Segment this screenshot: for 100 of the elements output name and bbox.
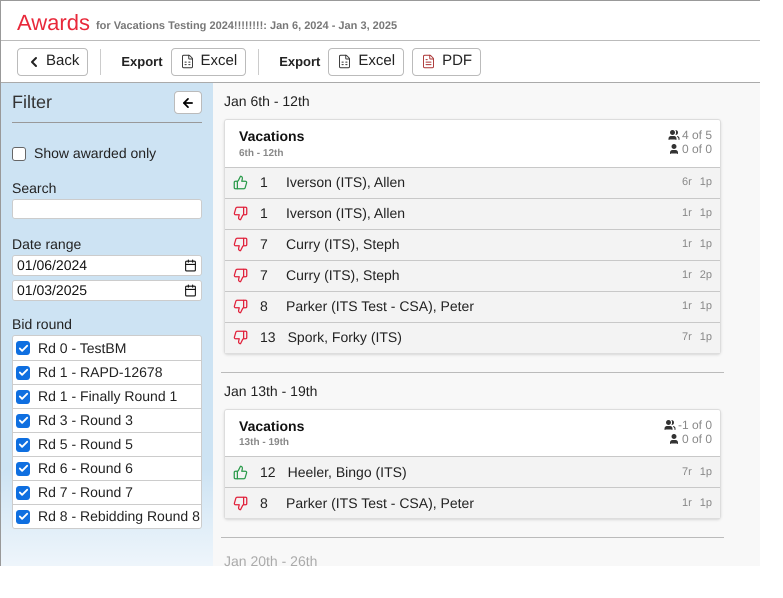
award-row[interactable]: 1 Iverson (ITS), Allen 6r 1p: [225, 166, 720, 198]
award-row[interactable]: 1 Iverson (ITS), Allen 1r 1p: [225, 198, 720, 228]
seniority-number: 13: [260, 328, 276, 347]
award-row[interactable]: 8 Parker (ITS Test - CSA), Peter 1r 1p: [225, 290, 720, 322]
priority-count: 1p: [700, 206, 712, 222]
checkbox[interactable]: [16, 366, 30, 380]
priority-count: 1p: [700, 175, 712, 190]
person-icon: [668, 143, 680, 155]
priority-count: 2p: [700, 268, 712, 284]
date-field[interactable]: 01/06/2024: [12, 255, 202, 276]
collapse-button[interactable]: [174, 91, 202, 114]
seniority-number: 8: [260, 494, 269, 512]
checkbox[interactable]: [16, 510, 30, 524]
arrow-left-icon: [181, 96, 195, 110]
award-row[interactable]: 7 Curry (ITS), Steph 1r 2p: [225, 260, 720, 290]
field-label: Search: [12, 179, 58, 198]
export-label: Export: [121, 52, 163, 71]
page-title: Awards: [17, 12, 90, 34]
round-count: 1r: [682, 237, 692, 252]
seniority-number: 7: [260, 266, 269, 285]
group-count: -1 of 0: [678, 418, 712, 432]
priority-count: 1p: [700, 496, 712, 511]
back-button[interactable]: Back: [17, 48, 88, 76]
bid-round-label: Rd 1 - Finally Round 1: [38, 387, 178, 406]
checkbox[interactable]: [16, 462, 30, 476]
seniority-number: 8: [260, 297, 269, 316]
round-count: 1r: [682, 268, 692, 284]
document-icon: [180, 54, 195, 69]
group-icon: [664, 418, 676, 430]
bid-round-label: Rd 5 - Round 5: [38, 435, 133, 454]
checkbox[interactable]: [16, 390, 30, 404]
excel-button[interactable]: Excel: [328, 48, 404, 76]
week-heading: Jan 13th - 19th: [224, 382, 318, 400]
bid-round-label: Rd 7 - Round 7: [38, 483, 133, 502]
priority-count: 1p: [700, 330, 712, 346]
person-icon: [668, 432, 680, 444]
week-heading: Jan 6th - 12th: [224, 92, 311, 111]
employee-name: Curry (ITS), Steph: [286, 266, 400, 285]
seniority-number: 12: [260, 462, 276, 482]
card-dates: 6th - 12th: [239, 146, 284, 160]
round-count: 1r: [682, 496, 692, 511]
employee-name: Curry (ITS), Steph: [286, 235, 400, 254]
priority-count: 1p: [700, 299, 712, 314]
checkbox-label: Show awarded only: [34, 144, 156, 163]
employee-name: Iverson (ITS), Allen: [286, 173, 406, 192]
group-icon: [668, 129, 680, 141]
export-label: Export: [279, 52, 320, 71]
round-count: 7r: [682, 464, 692, 480]
field-label: Date range: [12, 235, 82, 254]
bid-round-label: Rd 1 - RAPD-12678: [38, 363, 163, 382]
document-icon: [337, 54, 352, 69]
pdf-button[interactable]: PDF: [412, 48, 482, 76]
thumbs-down-icon: [233, 268, 248, 283]
excel-button[interactable]: Excel: [170, 48, 246, 76]
checkbox[interactable]: [16, 438, 30, 452]
card-title: Vacations: [239, 418, 304, 435]
employee-name: Heeler, Bingo (ITS): [288, 462, 407, 482]
person-count: 0 of 0: [682, 142, 712, 156]
award-row[interactable]: 13 Spork, Forky (ITS) 7r 1p: [225, 322, 720, 352]
bid-round-label: Rd 8 - Rebidding Round 8: [38, 507, 200, 526]
field-label: Bid round: [12, 315, 73, 334]
employee-name: Parker (ITS Test - CSA), Peter: [286, 297, 474, 316]
award-row[interactable]: 7 Curry (ITS), Steph 1r 1p: [225, 228, 720, 260]
person-count: 0 of 0: [682, 432, 712, 446]
calendar-icon: [184, 259, 197, 272]
award-row[interactable]: 12 Heeler, Bingo (ITS) 7r 1p: [225, 456, 720, 487]
thumbs-down-icon: [233, 299, 248, 314]
round-count: 1r: [682, 206, 692, 222]
award-row[interactable]: 8 Parker (ITS Test - CSA), Peter 1r 1p: [225, 487, 720, 518]
checkbox[interactable]: [16, 414, 30, 428]
group-count: 4 of 5: [682, 128, 712, 142]
card-dates: 13th - 19th: [239, 436, 290, 450]
thumbs-down-icon: [233, 237, 248, 252]
bid-round-label: Rd 3 - Round 3: [38, 411, 133, 430]
week-heading: Jan 20th - 26th: [224, 552, 318, 571]
thumbs-down-icon: [233, 330, 248, 345]
card-title: Vacations: [239, 128, 304, 146]
priority-count: 1p: [700, 464, 712, 480]
round-count: 6r: [682, 175, 692, 190]
search-field[interactable]: [12, 199, 202, 219]
seniority-number: 7: [260, 235, 269, 254]
bid-round-label: Rd 0 - TestBM: [38, 338, 126, 358]
thumbs-down-icon: [233, 206, 248, 221]
calendar-icon: [184, 284, 197, 297]
date-field[interactable]: 01/03/2025: [12, 280, 202, 301]
bid-round-label: Rd 6 - Round 6: [38, 459, 133, 478]
round-count: 1r: [682, 299, 692, 314]
page-subtitle: for Vacations Testing 2024!!!!!!!!: Jan 6, 2024 - Jan 3, 2025: [96, 18, 398, 34]
checkbox[interactable]: [12, 146, 26, 160]
thumbs-up-icon: [233, 175, 248, 190]
thumbs-up-icon: [233, 464, 248, 480]
employee-name: Iverson (ITS), Allen: [286, 204, 406, 223]
employee-name: Spork, Forky (ITS): [288, 328, 402, 347]
checkbox[interactable]: [16, 341, 30, 355]
seniority-number: 1: [260, 204, 269, 223]
checkbox[interactable]: [16, 486, 30, 500]
filter-title: Filter: [12, 91, 52, 114]
employee-name: Parker (ITS Test - CSA), Peter: [286, 494, 474, 513]
round-count: 7r: [682, 330, 692, 346]
priority-count: 1p: [700, 237, 712, 252]
